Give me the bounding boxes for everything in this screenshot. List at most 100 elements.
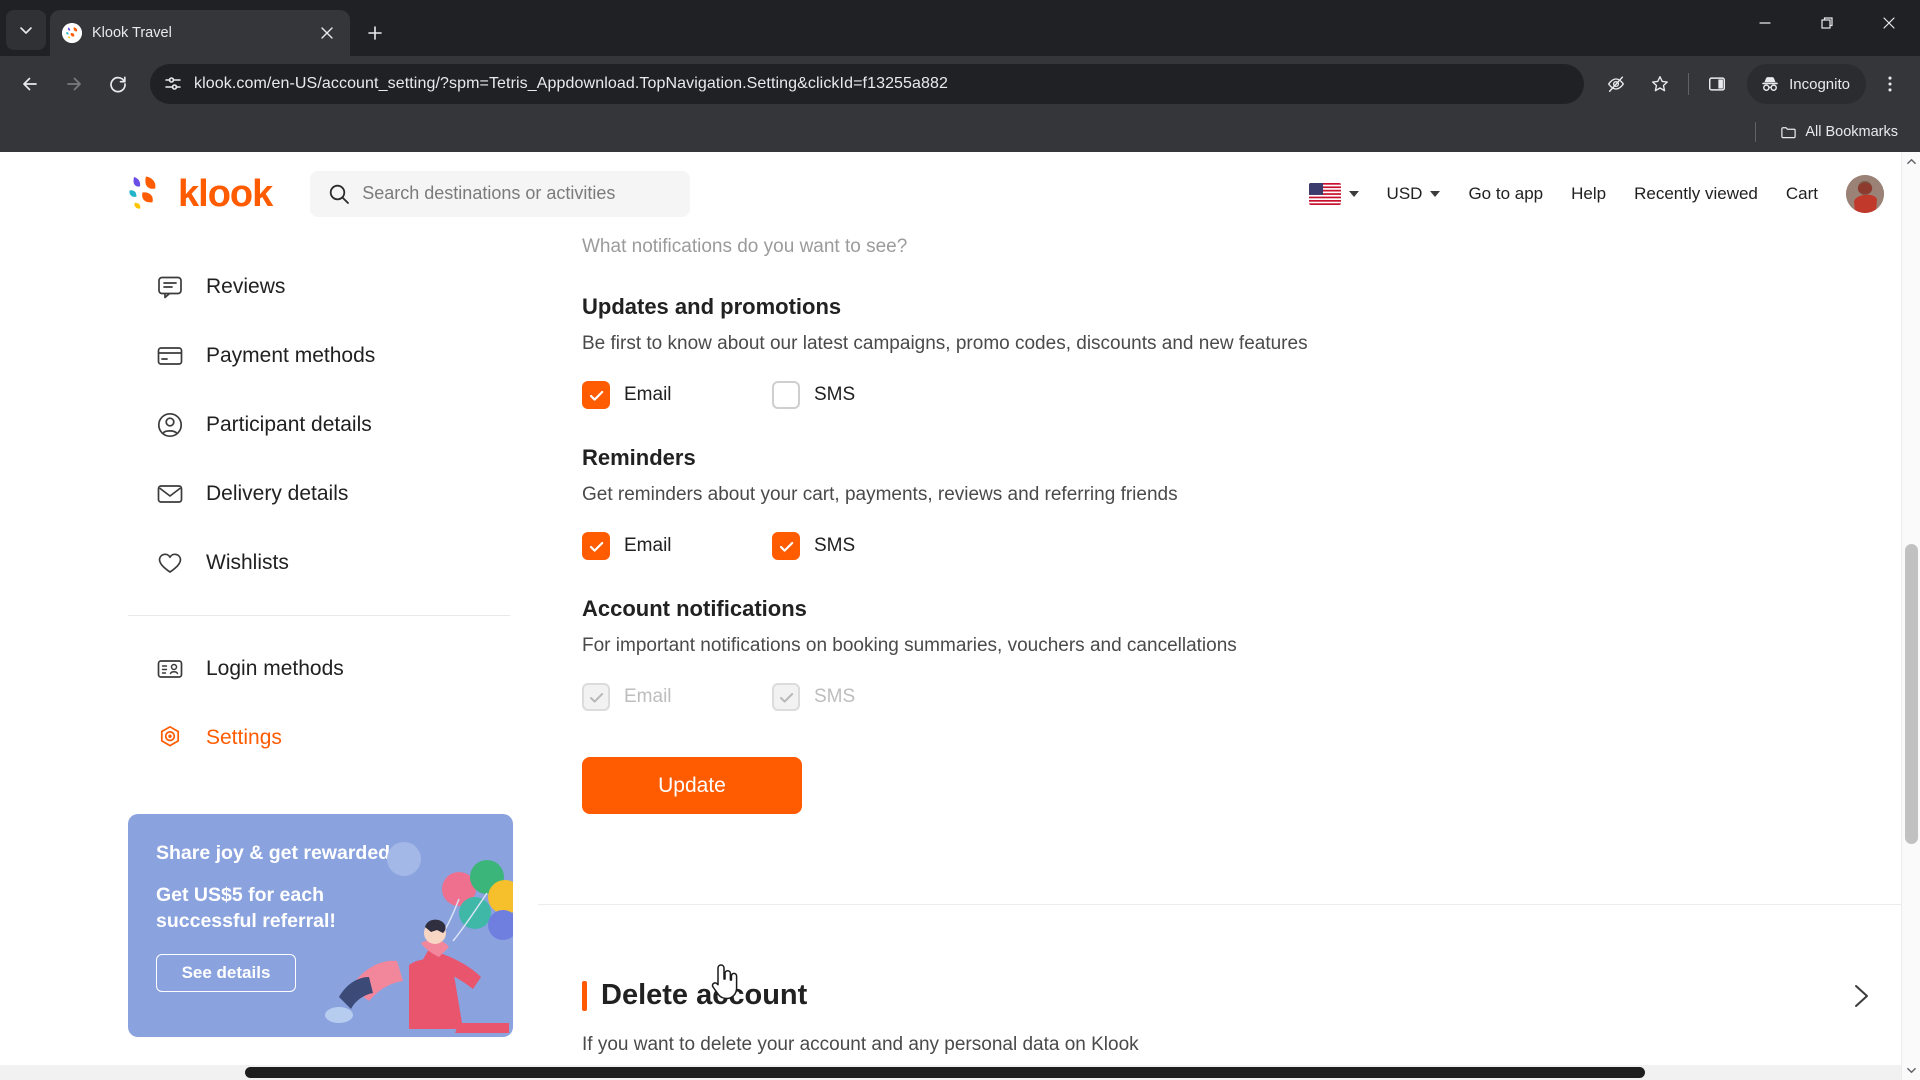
notification-settings-card: What notifications do you want to see? U…	[538, 236, 1920, 858]
currency-selector[interactable]: USD	[1387, 184, 1441, 204]
window-controls	[1734, 0, 1920, 46]
section-description: Be first to know about our latest campai…	[582, 333, 1308, 354]
back-button[interactable]	[10, 64, 50, 104]
sidebar-item-reviews[interactable]: Reviews	[128, 252, 518, 321]
header-link-cart[interactable]: Cart	[1786, 184, 1818, 204]
arrow-right-icon	[67, 77, 81, 91]
vertical-scrollbar[interactable]	[1901, 152, 1920, 1080]
check-icon	[589, 541, 603, 552]
sidebar-item-payment-methods[interactable]: Payment methods	[128, 321, 518, 390]
delete-account-title-group: Delete account	[582, 979, 807, 1012]
delete-account-header: Delete account	[582, 935, 1876, 1012]
check-icon	[589, 390, 603, 401]
tab-strip: Klook Travel	[0, 0, 1920, 56]
sidebar-item-login-methods[interactable]: Login methods	[128, 634, 518, 703]
scrollbar-thumb[interactable]	[1905, 544, 1918, 844]
kebab-menu-icon[interactable]	[1870, 64, 1910, 104]
sidebar-item-wishlists[interactable]: Wishlists	[128, 528, 518, 597]
page-content: klook Search destinations or activities	[0, 152, 1920, 1080]
sidebar-item-label: Reviews	[206, 274, 286, 298]
section-description: Get reminders about your cart, payments,…	[582, 484, 1178, 505]
tracking-protection-off-icon[interactable]	[1596, 64, 1636, 104]
checkbox-box[interactable]	[772, 532, 800, 560]
sidebar-item-label: Participant details	[206, 412, 372, 436]
forward-button[interactable]	[54, 64, 94, 104]
page-body: Reviews Payment methods Participant deta…	[0, 236, 1920, 1056]
address-bar[interactable]: klook.com/en-US/account_setting/?spm=Tet…	[150, 64, 1585, 104]
sidebar-item-settings[interactable]: Settings	[128, 703, 518, 772]
restore-icon	[1821, 17, 1833, 29]
referral-promo-banner[interactable]: Share joy & get rewarded Get US$5 for ea…	[128, 814, 513, 1037]
klook-logo[interactable]: klook	[128, 172, 273, 215]
checkbox-box[interactable]	[772, 381, 800, 409]
checkbox-reminders-email[interactable]: Email	[582, 532, 772, 560]
update-button[interactable]: Update	[582, 757, 802, 814]
checkbox-label: SMS	[814, 535, 856, 556]
horizontal-scrollbar[interactable]	[0, 1065, 1901, 1080]
checkbox-box[interactable]	[582, 532, 610, 560]
close-icon	[1883, 17, 1895, 29]
page-viewport: klook Search destinations or activities	[0, 152, 1920, 1080]
checkbox-row: Email SMS	[582, 683, 1876, 711]
close-icon	[321, 27, 333, 39]
close-tab-button[interactable]	[316, 22, 338, 44]
section-title: Account notifications	[582, 596, 807, 621]
checkbox-box[interactable]	[582, 381, 610, 409]
check-icon	[779, 541, 793, 552]
section-title: Reminders	[582, 445, 696, 470]
language-selector[interactable]	[1308, 182, 1359, 205]
browser-tab[interactable]: Klook Travel	[50, 10, 350, 56]
avatar[interactable]	[1846, 174, 1884, 213]
bookmarks-divider	[1755, 122, 1757, 142]
klook-logo-mark-icon	[128, 175, 170, 213]
chevron-right-icon[interactable]	[1846, 981, 1876, 1011]
sidebar-item-participant-details[interactable]: Participant details	[128, 390, 518, 459]
checkbox-label: SMS	[814, 384, 856, 405]
scroll-up-button[interactable]	[1902, 152, 1920, 171]
checkbox-updates-email[interactable]: Email	[582, 381, 772, 409]
page-settings-icon[interactable]	[164, 75, 182, 93]
notifications-question: What notifications do you want to see?	[582, 236, 908, 257]
delete-account-card[interactable]: Delete account If you want to delete you…	[538, 935, 1920, 1056]
sidebar-item-label: Payment methods	[206, 343, 376, 367]
new-tab-button[interactable]	[358, 16, 392, 50]
search-input[interactable]: Search destinations or activities	[310, 170, 691, 217]
header-link-go-to-app[interactable]: Go to app	[1468, 184, 1543, 204]
close-window-button[interactable]	[1858, 0, 1920, 46]
promo-illustration	[309, 837, 513, 1037]
minimize-window-button[interactable]	[1734, 0, 1796, 46]
maximize-window-button[interactable]	[1796, 0, 1858, 46]
side-panel-icon[interactable]	[1697, 64, 1737, 104]
section-title: Updates and promotions	[582, 294, 842, 319]
reload-button[interactable]	[98, 64, 138, 104]
arrow-left-icon	[23, 77, 37, 91]
gear-target-icon	[156, 724, 184, 752]
tab-search-button[interactable]	[6, 10, 46, 50]
klook-favicon-icon	[62, 23, 82, 43]
section-divider	[538, 904, 1920, 905]
us-flag-icon	[1308, 182, 1341, 205]
klook-logo-text: klook	[178, 172, 273, 215]
bookmark-star-icon[interactable]	[1640, 64, 1680, 104]
checkbox-reminders-sms[interactable]: SMS	[772, 532, 855, 560]
incognito-indicator[interactable]: Incognito	[1747, 64, 1866, 104]
chevron-down-icon	[20, 27, 32, 34]
sidebar-divider	[128, 615, 510, 616]
site-header: klook Search destinations or activities	[0, 152, 1920, 236]
header-link-help[interactable]: Help	[1571, 184, 1606, 204]
see-details-button[interactable]: See details	[156, 954, 296, 993]
scrollbar-thumb[interactable]	[245, 1067, 1645, 1078]
reload-icon	[110, 76, 126, 93]
checkbox-label: Email	[624, 535, 672, 556]
toolbar-divider	[1688, 73, 1690, 95]
check-icon	[589, 692, 603, 703]
chevron-down-icon	[1348, 190, 1359, 197]
envelope-icon	[156, 480, 184, 508]
header-link-recently-viewed[interactable]: Recently viewed	[1634, 184, 1758, 204]
checkbox-account-sms-disabled: SMS	[772, 683, 855, 711]
all-bookmarks-button[interactable]: All Bookmarks	[1772, 120, 1906, 145]
sidebar-item-delivery-details[interactable]: Delivery details	[128, 459, 518, 528]
scroll-down-button[interactable]	[1902, 1061, 1920, 1080]
checkbox-updates-sms[interactable]: SMS	[772, 381, 855, 409]
heart-icon	[156, 549, 184, 577]
